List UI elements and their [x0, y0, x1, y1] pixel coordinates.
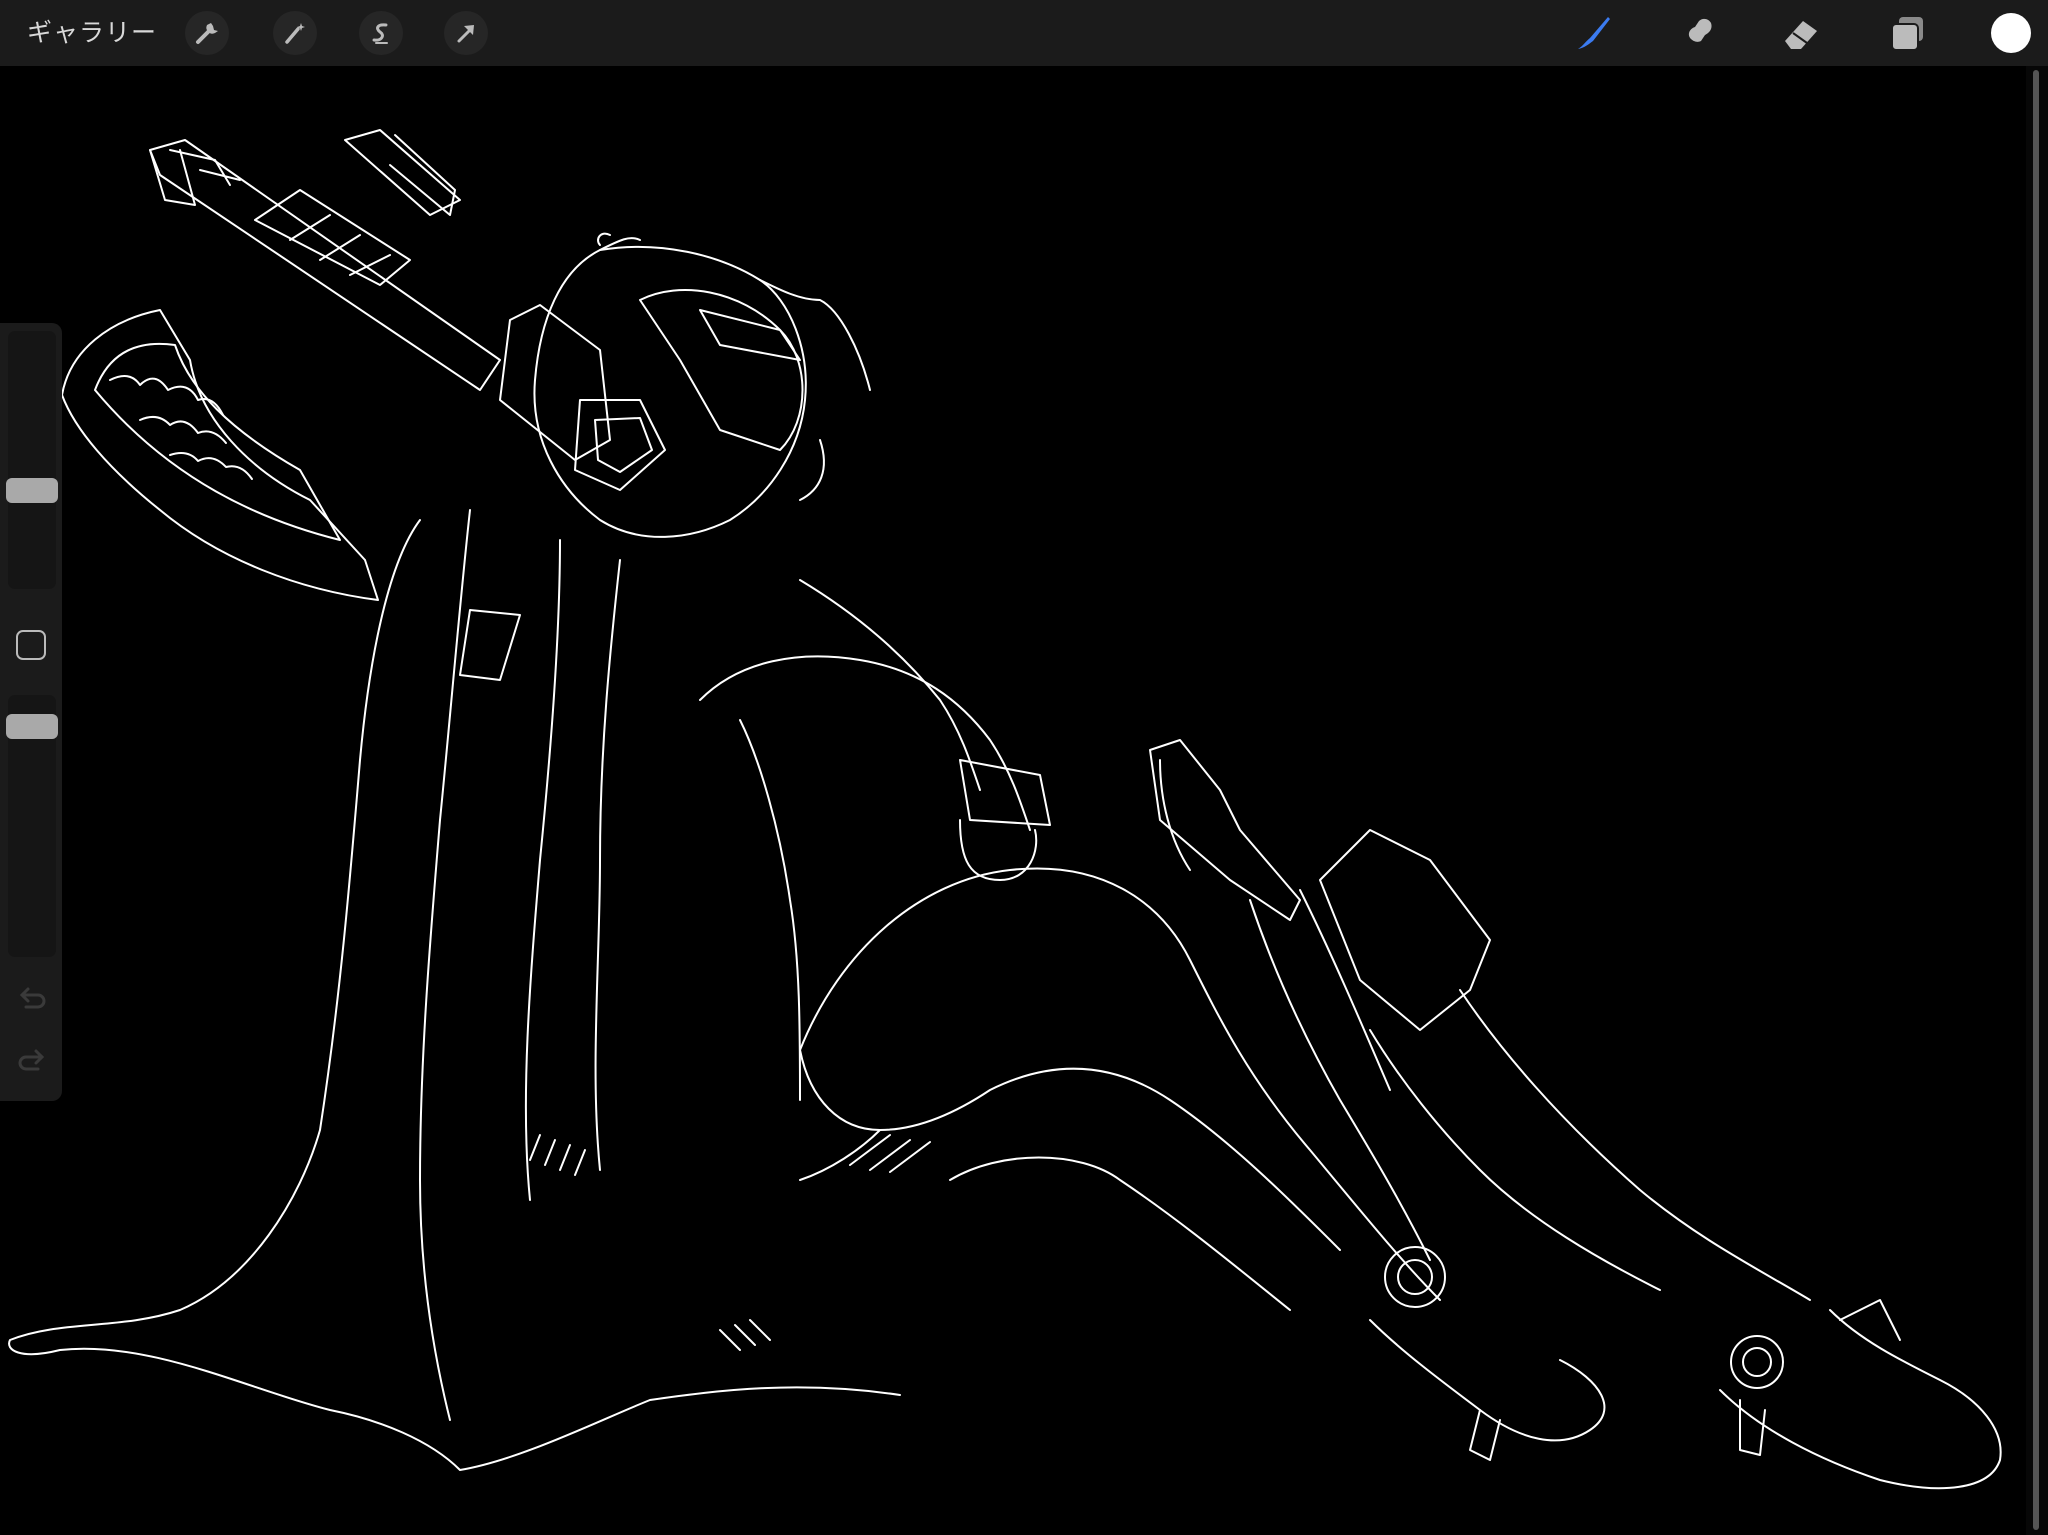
gallery-button[interactable]: ギャラリー	[27, 14, 157, 52]
canvas-scrollbar[interactable]	[2033, 70, 2039, 1530]
drawing-canvas[interactable]	[0, 66, 2026, 1535]
smudge-tool[interactable]	[1672, 8, 1722, 58]
layers-icon	[1891, 17, 1923, 51]
eraser-icon	[1785, 21, 1817, 49]
undo-icon[interactable]	[14, 985, 50, 1015]
brush-tool[interactable]	[1567, 8, 1617, 58]
brush-size-slider[interactable]	[8, 331, 56, 589]
wrench-icon	[196, 23, 218, 44]
selection-s-icon	[372, 23, 388, 44]
top-toolbar: ギャラリー	[0, 0, 2048, 66]
transform-button[interactable]	[444, 11, 488, 55]
adjustments-wand-button[interactable]	[273, 11, 317, 55]
brush-size-handle[interactable]	[6, 477, 58, 503]
eraser-tool[interactable]	[1776, 8, 1826, 58]
opacity-handle[interactable]	[6, 713, 58, 739]
selection-button[interactable]	[359, 11, 403, 55]
redo-icon[interactable]	[14, 1047, 50, 1077]
line-art-drawing	[8, 129, 2002, 1490]
magic-wand-icon	[285, 23, 305, 44]
brush-icon	[1578, 17, 1610, 49]
smudge-icon	[1685, 18, 1712, 49]
left-sidebar	[0, 323, 62, 1101]
modify-square-icon[interactable]	[16, 630, 46, 660]
color-picker-swatch[interactable]	[1991, 13, 2031, 53]
transform-arrow-icon	[457, 25, 474, 43]
actions-wrench-button[interactable]	[185, 11, 229, 55]
layers-tool[interactable]	[1882, 8, 1932, 58]
